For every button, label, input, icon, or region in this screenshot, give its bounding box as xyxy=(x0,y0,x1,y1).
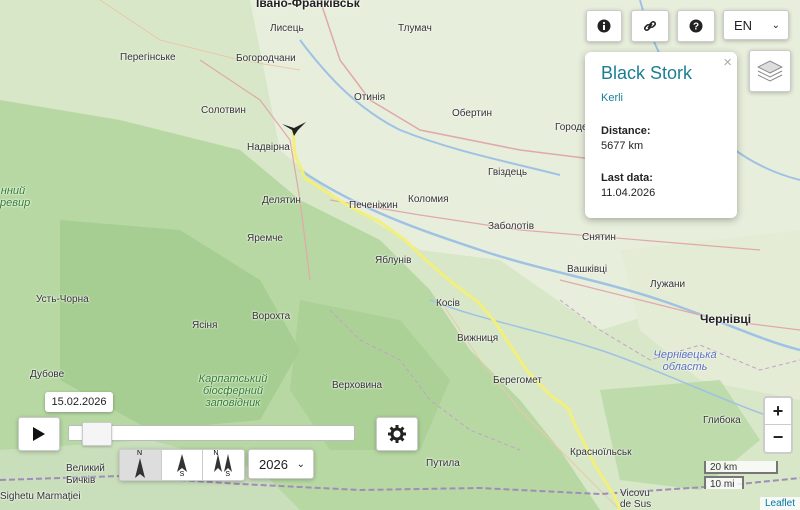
scale-metric: 20 km xyxy=(704,461,778,474)
region-label: Чернівецька область xyxy=(653,349,717,373)
place-label: Гвіздець xyxy=(488,167,528,178)
settings-button[interactable] xyxy=(376,417,418,451)
reserve-label: нний ревир xyxy=(0,185,31,209)
place-label: Вижниця xyxy=(457,333,499,344)
place-label: Лужани xyxy=(650,279,686,290)
chevron-down-icon: ⌄ xyxy=(771,19,780,31)
year-value: 2026 xyxy=(259,456,288,472)
combined-orientation-button[interactable]: N S xyxy=(203,450,244,480)
place-label: Печеніжин xyxy=(349,200,398,211)
language-value: EN xyxy=(734,17,753,33)
gear-icon xyxy=(388,425,406,443)
question-circle-icon: ? xyxy=(689,19,703,33)
north-up-button[interactable]: N xyxy=(120,450,162,480)
timeline-handle[interactable] xyxy=(81,422,112,446)
distance-label: Distance: xyxy=(601,125,651,137)
info-circle-icon xyxy=(597,19,611,33)
place-label: Городе xyxy=(555,122,588,133)
year-select[interactable]: 2026 ⌄ xyxy=(248,449,314,479)
place-label: Яблунів xyxy=(375,255,412,266)
place-label: Лисець xyxy=(270,23,304,34)
north-arrow-icon xyxy=(135,458,145,478)
place-label: Косів xyxy=(436,298,460,309)
place-label: Sighetu Marmaţiei xyxy=(0,491,81,502)
place-label: Солотвин xyxy=(201,105,246,116)
place-label: Путила xyxy=(426,458,460,469)
layers-button[interactable] xyxy=(749,50,791,92)
compass-south-label: S xyxy=(179,471,185,478)
compass-north-label: N xyxy=(137,450,143,457)
place-label: Богородчани xyxy=(236,53,296,64)
last-data-label: Last data: xyxy=(601,172,653,184)
place-label: Отинія xyxy=(354,92,386,103)
info-button[interactable] xyxy=(586,10,622,42)
place-label: Снятин xyxy=(582,232,616,243)
place-label: Усть-Чорна xyxy=(36,294,89,305)
place-label: Дубове xyxy=(30,369,65,380)
scale-imperial: 10 mi xyxy=(704,476,744,490)
last-data-value: 11.04.2026 xyxy=(601,187,656,199)
current-date-label: 15.02.2026 xyxy=(45,392,113,412)
place-label: Бичків xyxy=(66,475,96,486)
language-select[interactable]: EN ⌄ xyxy=(723,10,789,40)
dual-arrow-icon xyxy=(214,454,233,472)
direction-arrow-icon xyxy=(176,454,187,472)
animal-popup: × Black Stork Kerli Distance: 5677 km La… xyxy=(585,52,737,218)
place-label: Ворохта xyxy=(252,311,291,322)
attribution-link[interactable]: Leaflet xyxy=(759,497,800,510)
distance-value: 5677 km xyxy=(601,140,644,152)
popup-title: Black Stork xyxy=(601,63,693,83)
close-icon[interactable]: × xyxy=(723,54,732,71)
place-label: Вашківці xyxy=(567,264,608,275)
place-label: Глибока xyxy=(703,415,741,426)
place-label: Vicovu de Sus xyxy=(620,488,652,510)
direction-up-button[interactable]: S xyxy=(162,450,204,480)
place-label: Тлумач xyxy=(398,23,432,34)
help-button[interactable]: ? xyxy=(677,10,715,42)
zoom-in-button[interactable]: + xyxy=(765,398,791,425)
place-label: Обертин xyxy=(452,108,492,119)
place-label: Ясіня xyxy=(192,320,218,331)
place-label: Делятин xyxy=(262,195,301,206)
place-label: Чернівці xyxy=(700,312,752,326)
zoom-control: + − xyxy=(763,396,793,454)
place-label: Заболотів xyxy=(488,221,535,232)
place-label: Яремче xyxy=(247,233,283,244)
link-button[interactable] xyxy=(631,10,669,42)
place-label: Великий xyxy=(66,463,105,474)
place-label: Івано-Франківськ xyxy=(256,0,360,10)
popup-subtitle[interactable]: Kerli xyxy=(601,92,623,104)
compass-south-label: S xyxy=(225,471,231,478)
link-icon xyxy=(643,20,657,32)
play-icon xyxy=(33,427,45,441)
place-label: Красноїльськ xyxy=(570,447,632,458)
layers-icon xyxy=(757,60,783,82)
zoom-out-button[interactable]: − xyxy=(765,425,791,451)
reserve-label: Карпатський біосферний заповідник xyxy=(198,373,268,409)
place-label: Берегомет xyxy=(493,375,542,386)
place-label: Надвірна xyxy=(247,142,290,153)
place-label: Верховина xyxy=(332,380,383,391)
svg-text:?: ? xyxy=(693,22,699,33)
place-label: Перегінське xyxy=(120,52,176,63)
play-button[interactable] xyxy=(18,417,60,451)
orientation-group: N S N S xyxy=(119,449,245,481)
timeline-slider[interactable] xyxy=(68,422,355,446)
place-label: Коломия xyxy=(408,194,449,205)
chevron-down-icon: ⌄ xyxy=(296,458,305,470)
